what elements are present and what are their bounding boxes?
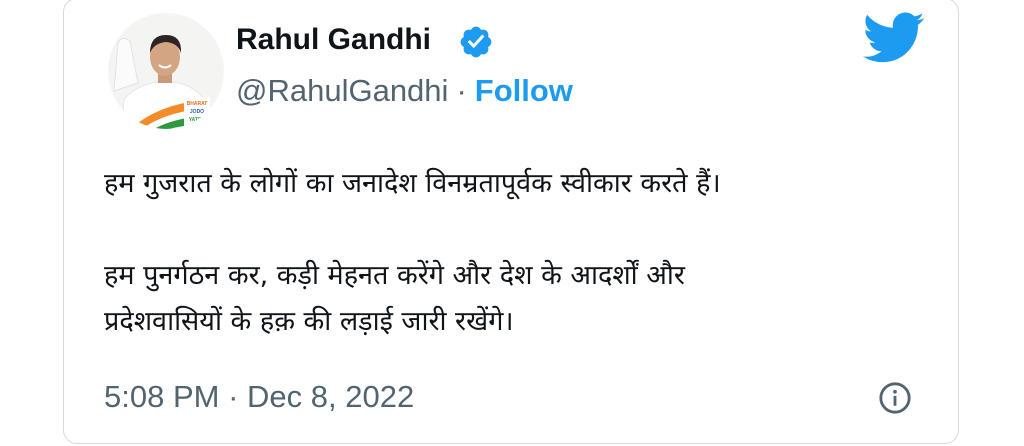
twitter-bird-icon[interactable] bbox=[863, 11, 925, 65]
avatar[interactable]: BHARAT JODO YATRA bbox=[108, 13, 224, 129]
timestamp-separator: · bbox=[228, 379, 239, 414]
tweet-time: 5:08 PM bbox=[104, 379, 220, 414]
avatar-badge-line-1: BHARAT bbox=[187, 101, 208, 107]
verified-badge-icon bbox=[460, 26, 492, 58]
tweet-card: BHARAT JODO YATRA Rahul Gandhi @RahulGan… bbox=[63, 0, 959, 444]
meta-separator: · bbox=[456, 73, 467, 108]
tweet-timestamp[interactable]: 5:08 PM · Dec 8, 2022 bbox=[104, 375, 414, 419]
tweet-line-1: हम गुजरात के लोगों का जनादेश विनम्रतापूर… bbox=[104, 168, 721, 199]
tweet-text: हम गुजरात के लोगों का जनादेश विनम्रतापूर… bbox=[104, 161, 934, 345]
avatar-badge-line-2: JODO bbox=[190, 109, 204, 115]
tweet-line-2: हम पुनर्गठन कर, कड़ी मेहनत करेंगे और देश… bbox=[104, 260, 685, 291]
author-meta: @RahulGandhi · Follow bbox=[236, 69, 573, 113]
info-icon[interactable] bbox=[878, 381, 912, 415]
avatar-image: BHARAT JODO YATRA bbox=[108, 13, 224, 129]
author-handle[interactable]: @RahulGandhi bbox=[236, 73, 448, 108]
tweet-line-3: प्रदेशवासियों के हक़ की लड़ाई जारी रखेंग… bbox=[104, 306, 514, 337]
follow-button[interactable]: Follow bbox=[475, 73, 573, 108]
avatar-badge-line-3: YATRA bbox=[189, 117, 206, 123]
author-name[interactable]: Rahul Gandhi bbox=[236, 19, 431, 61]
tweet-date: Dec 8, 2022 bbox=[247, 379, 415, 414]
